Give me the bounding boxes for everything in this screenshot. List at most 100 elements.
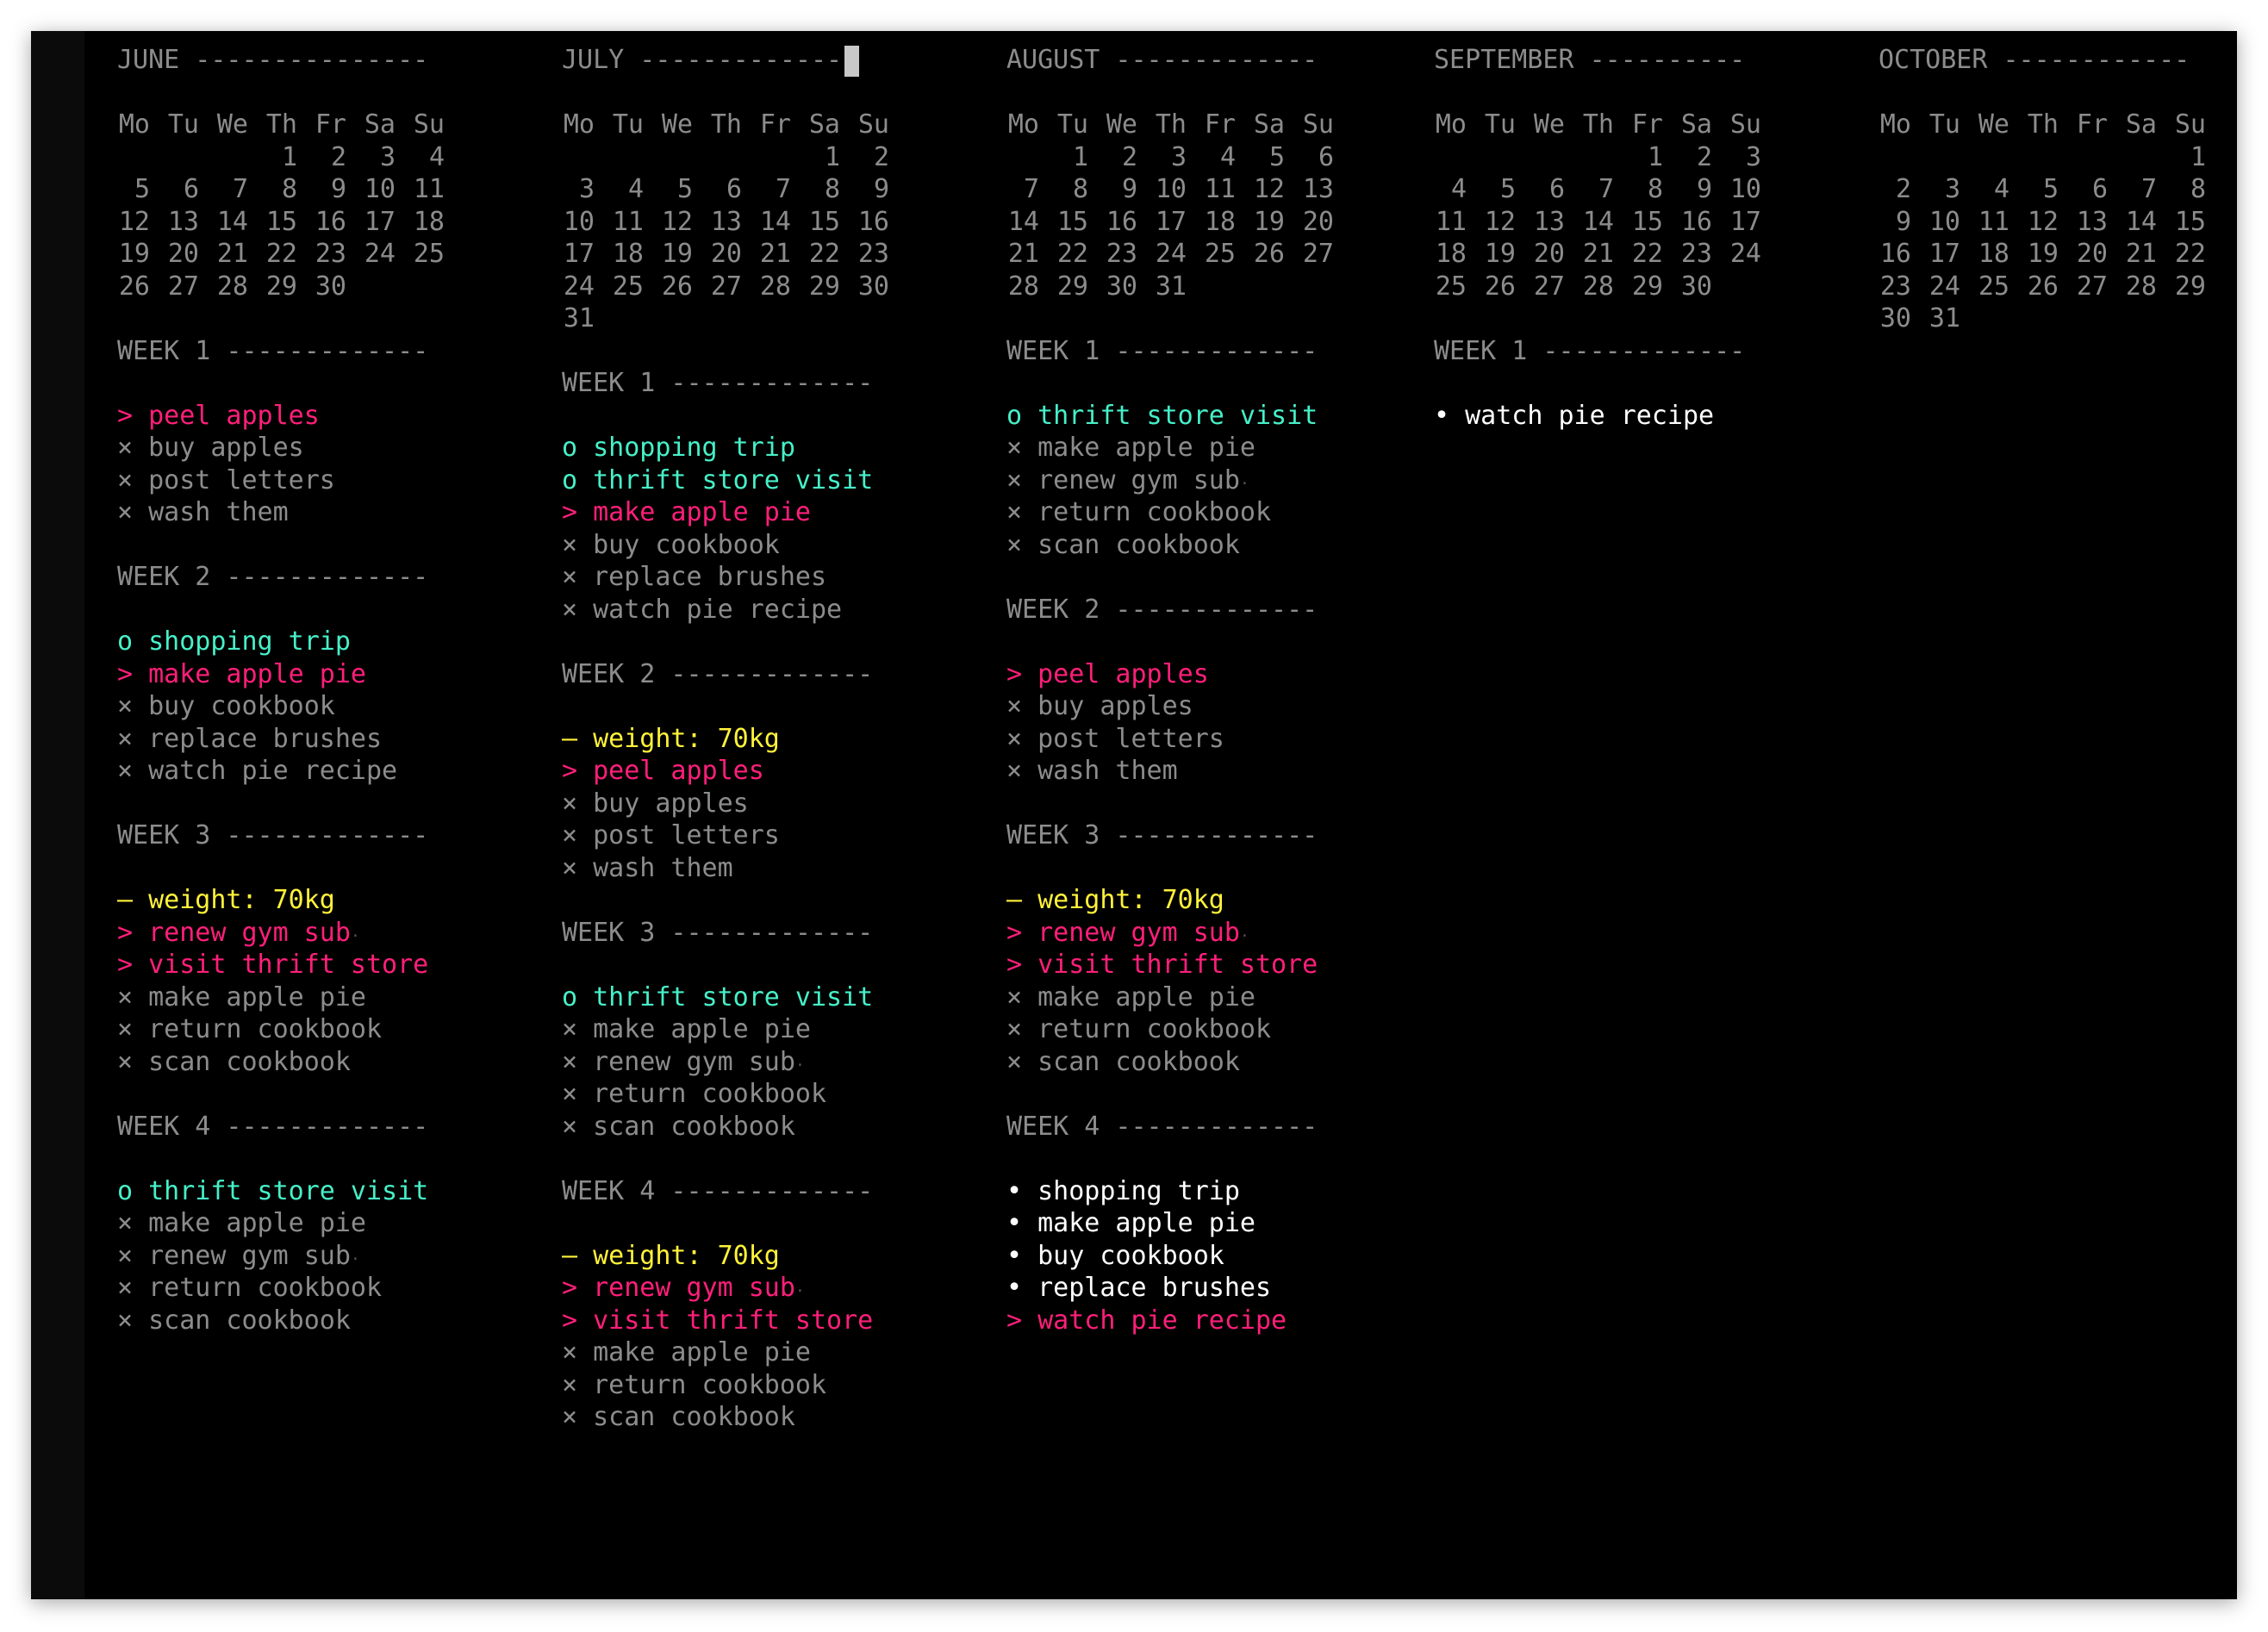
calendar-day[interactable]: 1 bbox=[1614, 141, 1663, 174]
calendar-day[interactable]: 29 bbox=[1614, 271, 1663, 303]
calendar-day[interactable]: 26 bbox=[2009, 271, 2059, 303]
calendar-day[interactable]: 4 bbox=[1960, 173, 2009, 206]
log-entry-done[interactable]: × buy apples bbox=[562, 788, 924, 820]
calendar-day[interactable]: 27 bbox=[2059, 271, 2108, 303]
log-entry-task[interactable]: • make apple pie bbox=[1006, 1207, 1368, 1240]
calendar-day[interactable]: 6 bbox=[2059, 173, 2108, 206]
calendar-day[interactable]: 21 bbox=[1006, 238, 1039, 271]
calendar-day[interactable]: 11 bbox=[1434, 206, 1467, 239]
calendar-day[interactable]: 23 bbox=[840, 238, 889, 271]
calendar-day[interactable]: 12 bbox=[2009, 206, 2059, 239]
calendar-day[interactable]: 23 bbox=[297, 238, 346, 271]
calendar-day[interactable]: 28 bbox=[199, 271, 248, 303]
calendar-day[interactable]: 9 bbox=[1663, 173, 1712, 206]
log-entry-note[interactable]: – weight: 70kg bbox=[1006, 884, 1368, 917]
calendar-day[interactable]: 27 bbox=[150, 271, 199, 303]
calendar-day[interactable]: 12 bbox=[644, 206, 693, 239]
calendar-day[interactable]: 10 bbox=[1911, 206, 1960, 239]
log-entry-done[interactable]: × scan cookbook bbox=[562, 1401, 924, 1434]
calendar-day[interactable]: 11 bbox=[396, 173, 445, 206]
calendar-day[interactable]: 14 bbox=[2108, 206, 2157, 239]
calendar-day[interactable]: 13 bbox=[1516, 206, 1565, 239]
calendar-day[interactable]: 2 bbox=[840, 141, 889, 174]
calendar-day[interactable]: 10 bbox=[562, 206, 595, 239]
log-entry-done[interactable]: × return cookbook bbox=[1006, 1013, 1368, 1046]
calendar-day[interactable]: 30 bbox=[1879, 302, 1911, 335]
calendar-day[interactable]: 21 bbox=[1565, 238, 1614, 271]
calendar-day[interactable]: 2 bbox=[1088, 141, 1137, 174]
log-entry-done[interactable]: × buy cookbook bbox=[562, 529, 924, 562]
calendar-day[interactable]: 8 bbox=[791, 173, 840, 206]
calendar-day[interactable]: 29 bbox=[791, 271, 840, 303]
calendar-day[interactable]: 19 bbox=[117, 238, 150, 271]
calendar-day[interactable]: 30 bbox=[1663, 271, 1712, 303]
log-entry-done[interactable]: × make apple pie bbox=[117, 981, 479, 1014]
calendar-day[interactable]: 14 bbox=[199, 206, 248, 239]
calendar-day[interactable]: 16 bbox=[1663, 206, 1712, 239]
calendar-day[interactable]: 31 bbox=[1911, 302, 1960, 335]
calendar-day[interactable]: 24 bbox=[1137, 238, 1187, 271]
calendar-day[interactable]: 2 bbox=[1663, 141, 1712, 174]
calendar-day[interactable]: 13 bbox=[2059, 206, 2108, 239]
log-entry-task[interactable]: • buy cookbook bbox=[1006, 1240, 1368, 1273]
log-entry-migrated[interactable]: > renew gym sub· bbox=[562, 1272, 924, 1305]
calendar-day[interactable]: 16 bbox=[1879, 238, 1911, 271]
calendar-day[interactable]: 3 bbox=[1911, 173, 1960, 206]
log-entry-done[interactable]: × wash them bbox=[1006, 755, 1368, 788]
calendar-day[interactable]: 5 bbox=[1236, 141, 1285, 174]
calendar-day[interactable]: 4 bbox=[1434, 173, 1467, 206]
calendar-day[interactable]: 19 bbox=[1236, 206, 1285, 239]
calendar-day[interactable]: 18 bbox=[595, 238, 644, 271]
calendar-day[interactable]: 23 bbox=[1879, 271, 1911, 303]
calendar-day[interactable]: 26 bbox=[644, 271, 693, 303]
calendar-day[interactable]: 19 bbox=[1467, 238, 1516, 271]
calendar-day[interactable]: 3 bbox=[1137, 141, 1187, 174]
log-entry-migrated[interactable]: > peel apples bbox=[562, 755, 924, 788]
calendar-day[interactable]: 24 bbox=[562, 271, 595, 303]
log-entry-done[interactable]: × post letters bbox=[117, 464, 479, 497]
log-entry-migrated[interactable]: > renew gym sub· bbox=[1006, 917, 1368, 950]
log-entry-migrated[interactable]: > visit thrift store bbox=[117, 949, 479, 981]
calendar-day[interactable]: 20 bbox=[1516, 238, 1565, 271]
calendar-day[interactable]: 11 bbox=[595, 206, 644, 239]
calendar-day[interactable]: 25 bbox=[595, 271, 644, 303]
calendar-day[interactable]: 28 bbox=[1565, 271, 1614, 303]
calendar-day[interactable]: 29 bbox=[1039, 271, 1088, 303]
calendar-day[interactable]: 9 bbox=[1088, 173, 1137, 206]
log-entry-done[interactable]: × return cookbook bbox=[117, 1272, 479, 1305]
log-entry-done[interactable]: × make apple pie bbox=[562, 1013, 924, 1046]
calendar-day[interactable]: 27 bbox=[693, 271, 742, 303]
calendar-day[interactable]: 17 bbox=[562, 238, 595, 271]
calendar-day[interactable]: 2 bbox=[297, 141, 346, 174]
log-entry-done[interactable]: × buy apples bbox=[117, 432, 479, 464]
calendar-day[interactable]: 14 bbox=[1006, 206, 1039, 239]
calendar-day[interactable]: 7 bbox=[199, 173, 248, 206]
log-entry-done[interactable]: × watch pie recipe bbox=[117, 755, 479, 788]
calendar-day[interactable]: 20 bbox=[1285, 206, 1334, 239]
calendar-day[interactable]: 11 bbox=[1187, 173, 1236, 206]
calendar-day[interactable]: 6 bbox=[150, 173, 199, 206]
log-entry-migrated[interactable]: > watch pie recipe bbox=[1006, 1305, 1368, 1337]
calendar-day[interactable]: 24 bbox=[1712, 238, 1761, 271]
calendar-day[interactable]: 24 bbox=[1911, 271, 1960, 303]
log-entry-done[interactable]: × renew gym sub· bbox=[117, 1240, 479, 1273]
calendar-day[interactable]: 1 bbox=[248, 141, 297, 174]
log-entry-done[interactable]: × buy apples bbox=[1006, 690, 1368, 723]
calendar-day[interactable]: 5 bbox=[1467, 173, 1516, 206]
calendar-day[interactable]: 9 bbox=[297, 173, 346, 206]
calendar-day[interactable]: 20 bbox=[693, 238, 742, 271]
log-entry-done[interactable]: × scan cookbook bbox=[117, 1046, 479, 1079]
calendar-day[interactable]: 22 bbox=[248, 238, 297, 271]
calendar-day[interactable]: 25 bbox=[1187, 238, 1236, 271]
calendar-day[interactable]: 15 bbox=[2157, 206, 2206, 239]
calendar-day[interactable]: 28 bbox=[1006, 271, 1039, 303]
calendar-day[interactable]: 1 bbox=[1039, 141, 1088, 174]
log-entry-done[interactable]: × make apple pie bbox=[1006, 432, 1368, 464]
log-entry-done[interactable]: × scan cookbook bbox=[562, 1111, 924, 1143]
calendar-day[interactable]: 24 bbox=[346, 238, 396, 271]
calendar-day[interactable]: 15 bbox=[1614, 206, 1663, 239]
log-entry-event[interactable]: o shopping trip bbox=[117, 626, 479, 658]
calendar-day[interactable]: 1 bbox=[2157, 141, 2206, 174]
calendar-day[interactable]: 16 bbox=[840, 206, 889, 239]
calendar-day[interactable]: 18 bbox=[396, 206, 445, 239]
